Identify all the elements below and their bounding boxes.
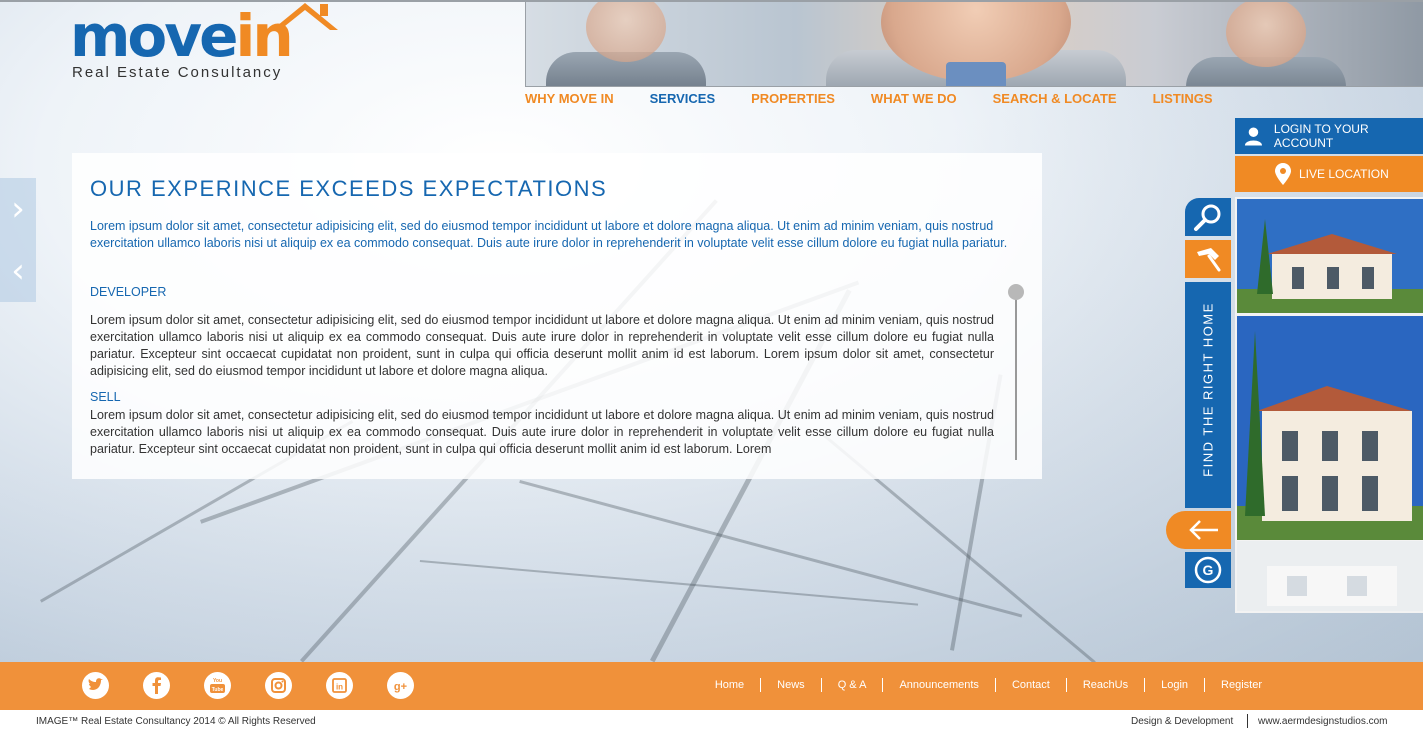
content-scrollbar-knob[interactable] xyxy=(1008,284,1024,300)
credit-divider xyxy=(1247,714,1248,728)
hammer-icon xyxy=(1197,248,1221,272)
designer-website-link[interactable]: www.aermdesignstudios.com xyxy=(1258,716,1388,727)
google-plus-icon[interactable]: g+ xyxy=(387,672,414,699)
header-banner-photo xyxy=(525,2,1423,87)
arrow-left-icon xyxy=(1189,520,1218,540)
nav-why-move-in[interactable]: WHY MOVE IN xyxy=(525,91,614,106)
magnifier-icon xyxy=(1194,204,1221,231)
facebook-icon[interactable] xyxy=(143,672,170,699)
section-body-developer: Lorem ipsum dolor sit amet, consectetur … xyxy=(90,313,994,378)
footer-link-register[interactable]: Register xyxy=(1204,678,1278,692)
intro-paragraph: Lorem ipsum dolor sit amet, consectetur … xyxy=(90,219,1008,250)
section-heading-developer: DEVELOPER xyxy=(90,285,167,299)
svg-text:G: G xyxy=(1203,562,1214,578)
footer-link-contact[interactable]: Contact xyxy=(994,678,1066,692)
svg-text:g+: g+ xyxy=(394,681,407,693)
nav-listings[interactable]: LISTINGS xyxy=(1153,91,1213,106)
slide-next-arrow[interactable]: › xyxy=(0,178,36,240)
logo-wordmark: movein xyxy=(70,2,294,70)
instagram-icon[interactable] xyxy=(265,672,292,699)
page-title: OUR EXPERINCE EXCEEDS EXPECTATIONS xyxy=(90,176,608,201)
search-tool-button[interactable] xyxy=(1185,198,1231,236)
find-the-right-home-tab[interactable]: FIND THE RIGHT HOME xyxy=(1185,282,1231,508)
section-body-sell: Lorem ipsum dolor sit amet, consectetur … xyxy=(90,408,994,456)
svg-text:You: You xyxy=(213,678,222,684)
linkedin-icon[interactable]: in xyxy=(326,672,353,699)
footer-link-qa[interactable]: Q & A xyxy=(820,678,883,692)
section-heading-sell: SELL xyxy=(90,390,121,404)
main-navigation: WHY MOVE IN SERVICES PROPERTIES WHAT WE … xyxy=(525,91,1249,106)
footer-link-announcements[interactable]: Announcements xyxy=(882,678,995,692)
slide-prev-arrow[interactable]: ‹ xyxy=(0,240,36,302)
property-thumbnail[interactable] xyxy=(1237,199,1423,313)
nav-search-locate[interactable]: SEARCH & LOCATE xyxy=(993,91,1117,106)
login-button-label: LOGIN TO YOUR ACCOUNT xyxy=(1273,122,1369,150)
nav-properties[interactable]: PROPERTIES xyxy=(751,91,835,106)
content-scrollbar-track[interactable] xyxy=(1015,292,1017,460)
tools-button[interactable] xyxy=(1185,240,1231,278)
google-icon: G xyxy=(1194,556,1222,584)
user-icon xyxy=(1244,127,1263,146)
design-credit: Design & Development xyxy=(1131,716,1234,727)
footer-links: Home News Q & A Announcements Contact Re… xyxy=(699,678,1278,692)
logo-tagline: Real Estate Consultancy xyxy=(72,64,283,81)
footer-link-login[interactable]: Login xyxy=(1144,678,1204,692)
svg-text:in: in xyxy=(336,683,343,692)
copyright-text: IMAGE™ Real Estate Consultancy 2014 © Al… xyxy=(36,716,316,727)
property-thumbnail[interactable] xyxy=(1237,316,1423,540)
footer-link-reachus[interactable]: ReachUs xyxy=(1065,678,1144,692)
property-thumbnail[interactable] xyxy=(1237,541,1423,611)
nav-what-we-do[interactable]: WHAT WE DO xyxy=(871,91,957,106)
nav-services[interactable]: SERVICES xyxy=(650,91,716,106)
login-button[interactable]: LOGIN TO YOUR ACCOUNT xyxy=(1235,118,1423,154)
find-home-label: FIND THE RIGHT HOME xyxy=(1200,302,1216,477)
movein-logo[interactable]: movein Real Estate Consultancy xyxy=(70,2,340,86)
live-location-button[interactable]: LIVE LOCATION xyxy=(1235,156,1423,192)
svg-text:Tube: Tube xyxy=(212,687,224,693)
live-location-label: LIVE LOCATION xyxy=(1299,167,1389,181)
google-button[interactable]: G xyxy=(1185,552,1231,588)
twitter-icon[interactable] xyxy=(82,672,109,699)
youtube-icon[interactable]: You Tube xyxy=(204,672,231,699)
footer-link-news[interactable]: News xyxy=(760,678,821,692)
collapse-panel-button[interactable] xyxy=(1166,511,1231,549)
footer-link-home[interactable]: Home xyxy=(699,678,760,692)
location-pin-icon xyxy=(1275,163,1291,185)
